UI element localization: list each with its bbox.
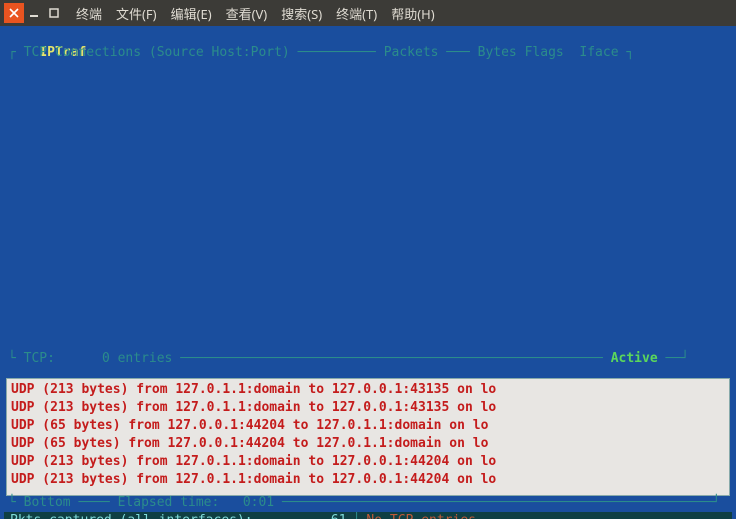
elapsed-label: Elapsed time: [118, 495, 220, 510]
menu-view[interactable]: 查看(V) [226, 4, 268, 23]
udp-line: UDP (213 bytes) from 127.0.1.1:domain to… [11, 471, 725, 489]
menu-file[interactable]: 文件(F) [116, 4, 157, 23]
tcp-active-label: Active [611, 351, 658, 366]
menu-edit[interactable]: 编辑(E) [171, 4, 212, 23]
stats-bar: Pkts captured (all interfaces): 61 │ No … [4, 512, 732, 519]
udp-footer-line: └ Bottom ──── Elapsed time: 0:01 ───────… [0, 494, 736, 512]
app-title: IPTraf [0, 26, 736, 44]
col-iface: Iface [579, 45, 618, 60]
udp-line: UDP (65 bytes) from 127.0.0.1:44204 to 1… [11, 435, 725, 453]
window-controls [4, 3, 64, 23]
maximize-icon[interactable] [44, 3, 64, 23]
col-flags: Flags [525, 45, 564, 60]
tcp-summary-line: └ TCP: 0 entries ───────────────────────… [0, 350, 736, 368]
window-titlebar: 终端 文件(F) 编辑(E) 查看(V) 搜索(S) 终端(T) 帮助(H) [0, 0, 736, 26]
udp-line: UDP (213 bytes) from 127.0.1.1:domain to… [11, 399, 725, 417]
elapsed-value: 0:01 [243, 495, 274, 510]
minimize-icon[interactable] [24, 3, 44, 23]
terminal-area[interactable]: IPTraf ┌ TCP Connections (Source Host:Po… [0, 26, 736, 519]
close-icon[interactable] [4, 3, 24, 23]
captured-label: Pkts captured (all interfaces): [10, 512, 253, 519]
col-bytes: Bytes [478, 45, 517, 60]
tcp-entries-count: 0 [102, 351, 110, 366]
captured-value: 61 [331, 512, 347, 519]
menu-terminal[interactable]: 终端 [76, 4, 102, 23]
bottom-label: Bottom [24, 495, 71, 510]
stats-separator: │ [347, 512, 367, 519]
tcp-label: TCP: [24, 351, 55, 366]
col-tcp-connections: TCP Connections (Source Host:Port) [24, 45, 290, 60]
col-packets: Packets [384, 45, 439, 60]
udp-line: UDP (213 bytes) from 127.0.1.1:domain to… [11, 453, 725, 471]
udp-panel: UDP (213 bytes) from 127.0.1.1:domain to… [6, 378, 730, 496]
udp-line: UDP (65 bytes) from 127.0.0.1:44204 to 1… [11, 417, 725, 435]
tcp-entries-word: entries [118, 351, 173, 366]
tcp-header-line: ┌ TCP Connections (Source Host:Port) ───… [0, 44, 736, 62]
no-tcp-entries: No TCP entries [366, 512, 476, 519]
menu-search[interactable]: 搜索(S) [281, 4, 322, 23]
menu-help[interactable]: 帮助(H) [391, 4, 434, 23]
menu-bar: 终端 文件(F) 编辑(E) 查看(V) 搜索(S) 终端(T) 帮助(H) [76, 4, 435, 23]
udp-line: UDP (213 bytes) from 127.0.1.1:domain to… [11, 381, 725, 399]
menu-term[interactable]: 终端(T) [336, 4, 377, 23]
